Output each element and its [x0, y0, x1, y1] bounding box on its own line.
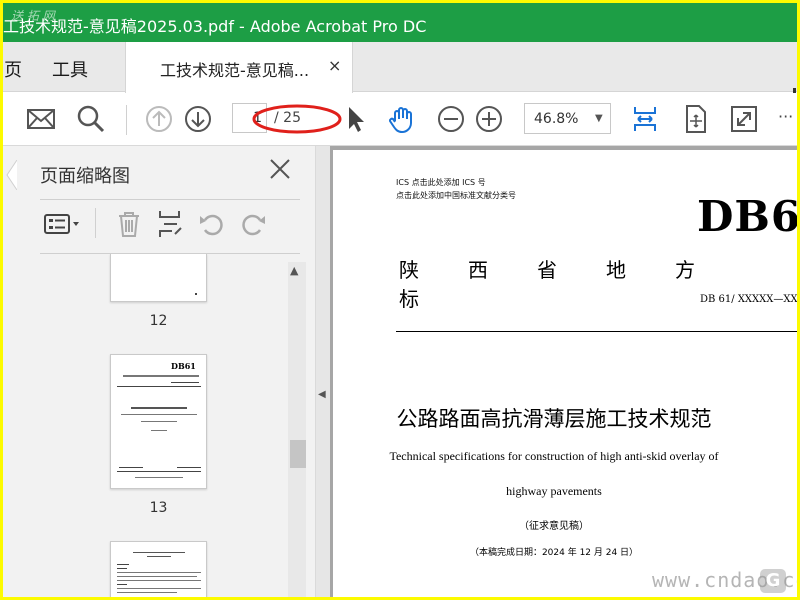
window-title: 工技术规范-意见稿2025.03.pdf - Adobe Acrobat Pro… — [3, 17, 427, 36]
close-tab-icon[interactable]: × — [328, 56, 341, 75]
email-icon[interactable] — [25, 103, 57, 135]
tab-tools[interactable]: 工具 — [52, 56, 88, 82]
heading-char: 陕 — [399, 258, 419, 282]
document-title-cn: 公路路面高抗滑薄层施工技术规范 — [396, 407, 712, 431]
select-cursor-icon[interactable] — [340, 103, 372, 135]
corner-watermark: 送 拓 网 — [11, 9, 55, 23]
tab-document[interactable]: 工技术规范-意见稿... × — [125, 42, 353, 93]
title-bar: 工技术规范-意见稿2025.03.pdf - Adobe Acrobat Pro… — [3, 3, 797, 42]
more-tools-icon[interactable]: ··· — [778, 107, 793, 126]
trash-icon[interactable] — [113, 208, 145, 240]
heading-char: 方 — [675, 258, 695, 282]
document-tab-label: 工技术规范-意见稿... — [160, 61, 310, 80]
scroll-up-icon[interactable]: ▲ — [290, 264, 298, 277]
scrollbar-thumb[interactable] — [290, 440, 306, 468]
rotate-left-icon[interactable] — [196, 208, 228, 240]
thumbnail-number: 13 — [149, 500, 168, 516]
ccs-line: 点击此处添加中国标准文献分类号 — [396, 191, 516, 200]
db-code: DB61 — [697, 192, 797, 241]
zoom-out-icon[interactable] — [435, 103, 467, 135]
thumbnail-db-label: DB61 — [171, 361, 196, 371]
watermark-badge: G — [760, 569, 786, 593]
heading-char: 地 — [606, 258, 626, 282]
heading-char: 西 — [468, 258, 488, 282]
standard-number: DB 61/ XXXXX—XXXX — [700, 294, 797, 305]
thumbnail-panel: 页面缩略图 12 DB61 13 ▲ — [3, 146, 316, 597]
thumbnail-page-12[interactable] — [110, 254, 207, 302]
draft-label: （征求意见稿） — [519, 521, 589, 532]
completion-date: （本稿完成日期：2024 年 12 月 24 日） — [469, 548, 639, 558]
thumbnail-number: 12 — [149, 313, 168, 329]
panel-collapse-bar[interactable]: ◀ — [316, 146, 330, 597]
thumbnail-scrollbar[interactable]: ▲ — [288, 262, 306, 597]
full-screen-icon[interactable] — [728, 103, 760, 135]
zoom-in-icon[interactable] — [473, 103, 505, 135]
next-page-icon[interactable] — [182, 103, 214, 135]
thumbnail-options-icon[interactable] — [43, 208, 83, 240]
heading-char: 省 — [537, 258, 557, 282]
thumbnail-page-14[interactable] — [110, 541, 207, 597]
toolbar-separator — [126, 105, 127, 135]
thumbnail-page-13[interactable]: DB61 — [110, 354, 207, 489]
panel-pointer-icon — [6, 160, 17, 190]
collapse-arrow-icon: ◀ — [318, 389, 326, 400]
search-icon[interactable] — [75, 103, 107, 135]
thumbnail-list: 12 DB61 13 — [40, 254, 288, 597]
header-rule — [396, 331, 797, 332]
tab-home[interactable]: 页 — [4, 56, 22, 82]
zoom-dropdown[interactable]: 46.8% ▼ — [524, 103, 611, 134]
close-panel-icon[interactable] — [267, 156, 293, 182]
document-viewport[interactable]: ICS 点击此处添加 ICS 号 点击此处添加中国标准文献分类号 DB61 陕 西… — [330, 146, 797, 597]
insert-page-icon[interactable] — [155, 208, 187, 240]
app-window: 工技术规范-意见稿2025.03.pdf - Adobe Acrobat Pro… — [3, 3, 797, 597]
page-display-icon[interactable] — [679, 103, 711, 135]
zoom-value: 46.8% — [534, 111, 579, 127]
ics-placeholder: ICS 点击此处添加 ICS 号 点击此处添加中国标准文献分类号 — [396, 176, 516, 202]
previous-page-icon[interactable] — [143, 103, 175, 135]
rotate-right-icon[interactable] — [237, 208, 269, 240]
chevron-down-icon: ▼ — [595, 113, 603, 124]
heading-char: 标 — [399, 287, 419, 311]
hand-tool-icon[interactable] — [386, 103, 418, 135]
document-title-en-line2: highway pavements — [506, 484, 602, 498]
pdf-page: ICS 点击此处添加 ICS 号 点击此处添加中国标准文献分类号 DB61 陕 西… — [333, 150, 797, 597]
fit-width-icon[interactable] — [629, 103, 661, 135]
panel-divider — [40, 199, 300, 200]
main-toolbar: 1 / 25 46.8% ▼ ··· — [3, 93, 797, 146]
tab-bar: 页 工具 工技术规范-意见稿... × — [3, 42, 797, 126]
document-title-en-line1: Technical specifications for constructio… — [389, 449, 719, 463]
annotation-oval — [252, 104, 342, 134]
ics-line: ICS 点击此处添加 ICS 号 — [396, 178, 486, 187]
panel-title: 页面缩略图 — [40, 166, 130, 187]
panel-tool-separator — [95, 208, 96, 238]
